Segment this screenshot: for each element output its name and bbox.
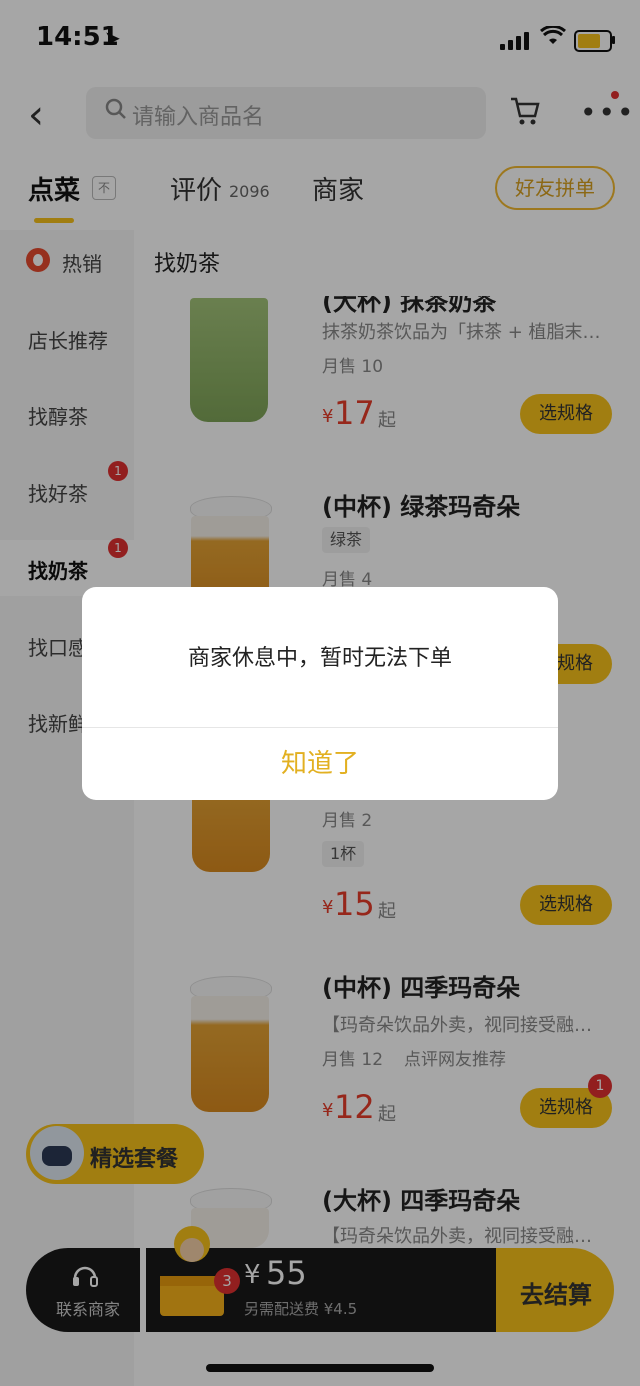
alert-message: 商家休息中，暂时无法下单 xyxy=(187,646,452,671)
alert-ok-button[interactable]: 知道了 xyxy=(82,728,558,800)
